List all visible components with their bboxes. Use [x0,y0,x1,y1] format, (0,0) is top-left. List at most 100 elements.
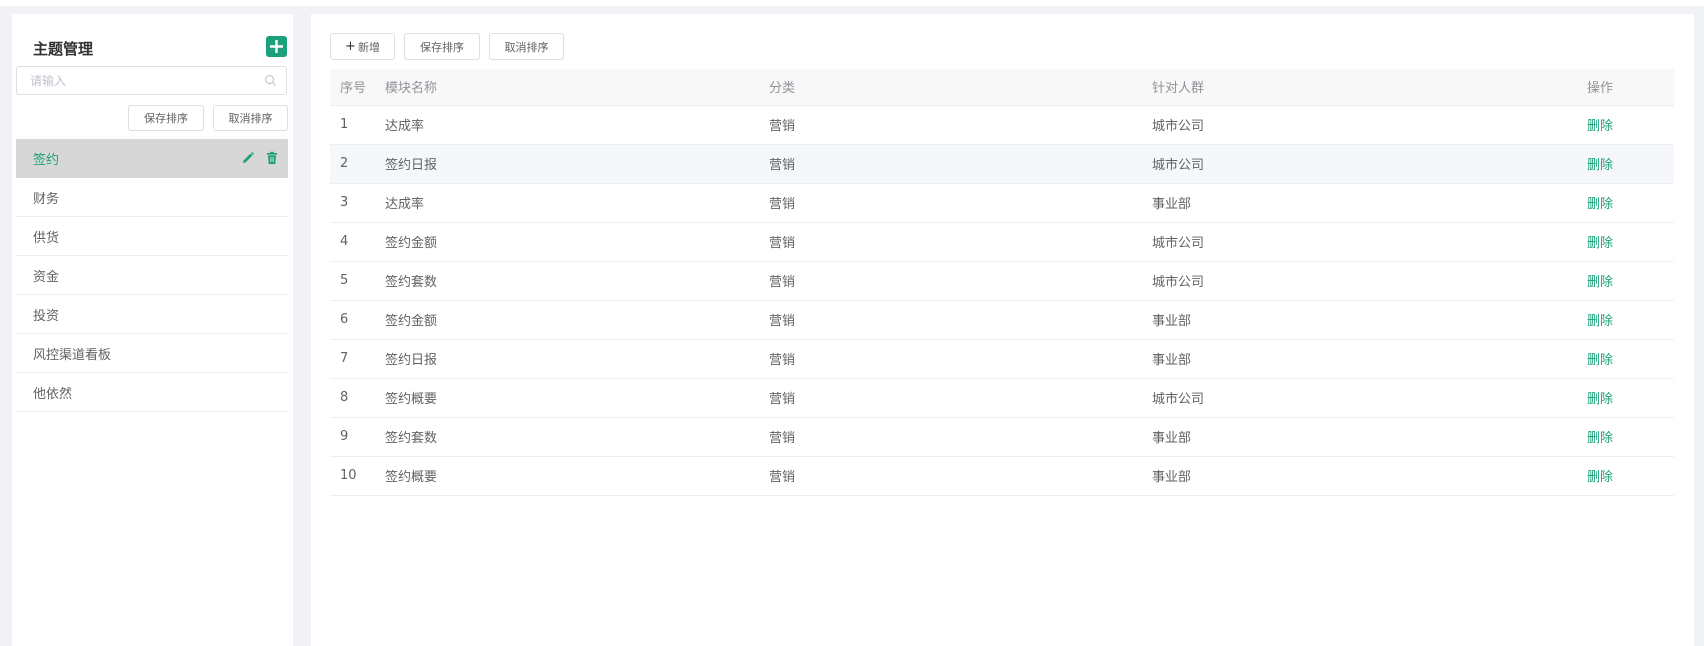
delete-link[interactable]: 删除 [1587,314,1613,329]
row-index: 6 [330,300,375,340]
delete-icon[interactable] [265,151,279,165]
row-module-name: 达成率 [375,105,759,145]
row-category: 营销 [759,339,1142,379]
delete-link[interactable]: 删除 [1587,275,1613,290]
row-index: 9 [330,417,375,457]
delete-link[interactable]: 删除 [1587,236,1613,251]
topic-item-other[interactable]: 他依然 [16,373,288,412]
table-row: 5 签约套数 营销 城市公司 删除 [330,261,1674,301]
row-audience: 城市公司 [1142,261,1577,301]
table-row: 2 签约日报 营销 城市公司 删除 [330,144,1674,184]
row-index: 2 [330,144,375,184]
topic-item-label: 投资 [33,308,60,324]
row-module-name: 签约日报 [375,339,759,379]
table-row: 4 签约金额 营销 城市公司 删除 [330,222,1674,262]
delete-link[interactable]: 删除 [1587,353,1613,368]
row-action-cell: 删除 [1577,456,1674,496]
sidebar-title: 主题管理 [33,40,94,58]
row-action-cell: 删除 [1577,105,1674,145]
row-action-cell: 删除 [1577,261,1674,301]
row-action-cell: 删除 [1577,339,1674,379]
topic-item-label: 供货 [33,230,60,246]
row-audience: 事业部 [1142,339,1577,379]
table-row: 6 签约金额 营销 事业部 删除 [330,300,1674,340]
row-module-name: 签约概要 [375,456,759,496]
delete-link[interactable]: 删除 [1587,119,1613,134]
topic-search-box [16,66,287,95]
row-index: 5 [330,261,375,301]
row-index: 8 [330,378,375,418]
topic-item-label: 签约 [33,152,60,168]
edit-icon[interactable] [241,151,255,165]
row-category: 营销 [759,261,1142,301]
topic-sidebar: 主题管理 保存排序 取消排序 签约 财务 供货 资金 [12,14,293,646]
row-action-cell: 删除 [1577,417,1674,457]
table-row: 9 签约套数 营销 事业部 删除 [330,417,1674,457]
delete-link[interactable]: 删除 [1587,158,1613,173]
plus-icon [270,40,283,53]
row-category: 营销 [759,417,1142,457]
topic-item-finance[interactable]: 财务 [16,178,288,217]
row-category: 营销 [759,300,1142,340]
delete-link[interactable]: 删除 [1587,392,1613,407]
header-module-name: 模块名称 [375,69,759,106]
row-audience: 事业部 [1142,183,1577,223]
table-row: 8 签约概要 营销 城市公司 删除 [330,378,1674,418]
row-audience: 事业部 [1142,456,1577,496]
row-module-name: 达成率 [375,183,759,223]
delete-link[interactable]: 删除 [1587,431,1613,446]
module-panel: + 新增 保存排序 取消排序 序号 模块名称 分类 针对人群 操作 1 达成率 … [311,14,1694,646]
topic-item-signing[interactable]: 签约 [16,139,288,178]
add-module-label: 新增 [357,40,380,54]
row-action-cell: 删除 [1577,144,1674,184]
header-index: 序号 [330,69,375,106]
row-module-name: 签约金额 [375,222,759,262]
row-index: 3 [330,183,375,223]
row-index: 10 [330,456,375,496]
row-category: 营销 [759,378,1142,418]
row-audience: 事业部 [1142,417,1577,457]
topic-item-risk-channel-board[interactable]: 风控渠道看板 [16,334,288,373]
topic-item-label: 他依然 [33,386,73,402]
row-index: 1 [330,105,375,145]
plus-icon: + [345,39,356,54]
row-audience: 城市公司 [1142,105,1577,145]
row-category: 营销 [759,222,1142,262]
save-sort-button[interactable]: 保存排序 [404,33,480,60]
add-topic-button[interactable] [266,36,287,57]
table-row: 3 达成率 营销 事业部 删除 [330,183,1674,223]
row-module-name: 签约概要 [375,378,759,418]
row-index: 4 [330,222,375,262]
row-module-name: 签约金额 [375,300,759,340]
topic-item-supply[interactable]: 供货 [16,217,288,256]
header-category: 分类 [759,69,1142,106]
topic-list: 签约 财务 供货 资金 投资 风控渠道看板 他依然 [16,139,288,412]
row-category: 营销 [759,456,1142,496]
header-audience: 针对人群 [1142,69,1577,106]
sidebar-save-sort-button[interactable]: 保存排序 [128,105,204,131]
row-category: 营销 [759,105,1142,145]
topic-search-input[interactable] [17,67,247,94]
topic-item-funds[interactable]: 资金 [16,256,288,295]
topic-item-label: 财务 [33,191,60,207]
module-table: 序号 模块名称 分类 针对人群 操作 1 达成率 营销 城市公司 删除 2 签约… [330,69,1674,496]
row-action-cell: 删除 [1577,183,1674,223]
header-action: 操作 [1577,69,1674,106]
topic-item-actions [241,151,279,165]
delete-link[interactable]: 删除 [1587,197,1613,212]
row-category: 营销 [759,144,1142,184]
add-module-button[interactable]: + 新增 [330,33,395,60]
row-audience: 城市公司 [1142,378,1577,418]
topic-item-label: 风控渠道看板 [33,347,112,363]
topic-item-investment[interactable]: 投资 [16,295,288,334]
sidebar-cancel-sort-button[interactable]: 取消排序 [213,105,288,131]
cancel-sort-button[interactable]: 取消排序 [489,33,564,60]
row-action-cell: 删除 [1577,300,1674,340]
delete-link[interactable]: 删除 [1587,470,1613,485]
row-audience: 事业部 [1142,300,1577,340]
row-audience: 城市公司 [1142,222,1577,262]
row-module-name: 签约套数 [375,261,759,301]
row-audience: 城市公司 [1142,144,1577,184]
table-row: 7 签约日报 营销 事业部 删除 [330,339,1674,379]
search-icon[interactable] [264,74,277,87]
